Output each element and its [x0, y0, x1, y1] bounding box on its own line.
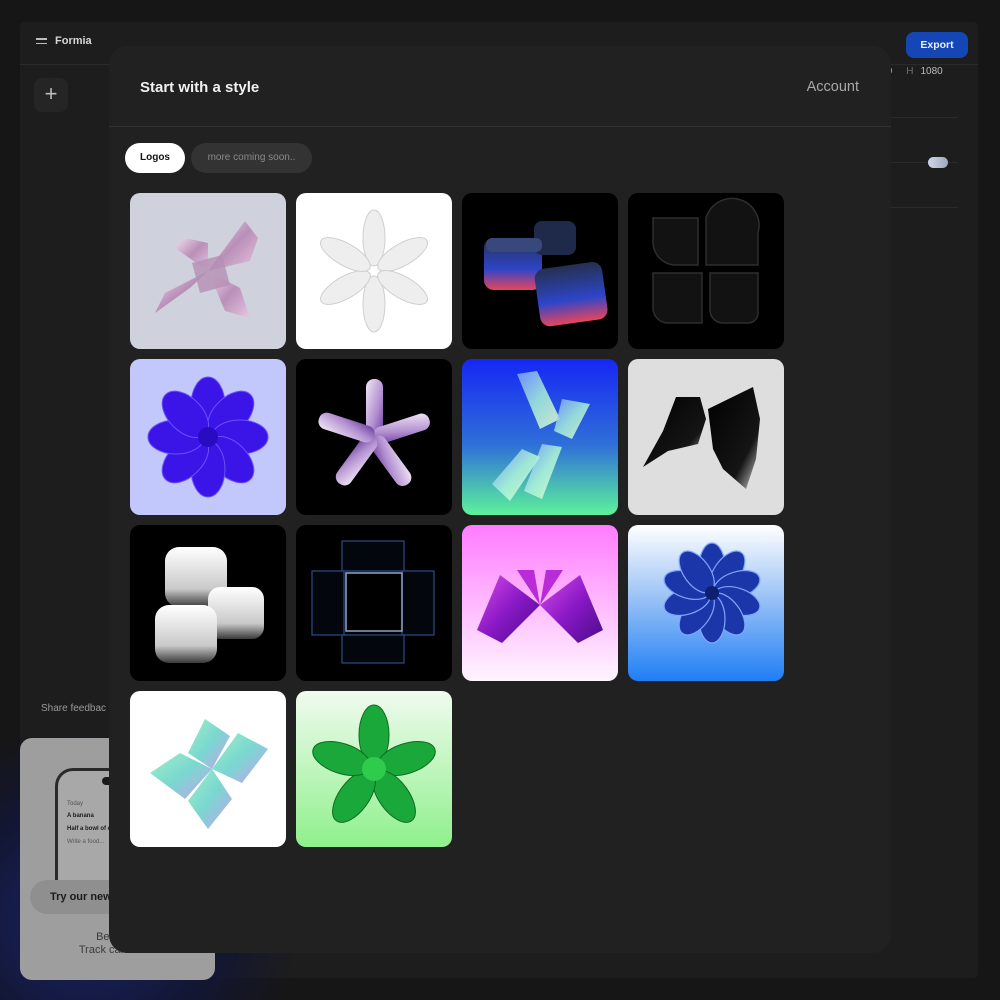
- tab-more-coming-soon[interactable]: more coming soon..: [191, 143, 312, 173]
- style-tile-pearl-asterisk[interactable]: [296, 359, 452, 515]
- shadow-leaves-image: [628, 359, 784, 515]
- green-jelly-flower-image: [296, 691, 452, 847]
- style-tile-dark-clover[interactable]: [628, 193, 784, 349]
- modal-title: Start with a style: [140, 79, 260, 96]
- aurora-glass-image: [462, 359, 618, 515]
- style-tile-magenta-bowtie[interactable]: [462, 525, 618, 681]
- phone-line: Half a bowl of ca: [67, 826, 115, 832]
- violet-flower-image: [130, 359, 286, 515]
- add-icon[interactable]: +: [34, 78, 68, 112]
- account-link[interactable]: Account: [807, 79, 859, 95]
- phone-line: Today: [67, 801, 84, 807]
- style-tile-lilac-chrome-pinwheel[interactable]: [130, 193, 286, 349]
- style-tile-blue-flower[interactable]: [628, 525, 784, 681]
- phone-line: A banana: [67, 813, 94, 819]
- style-tile-aurora-glass-x[interactable]: [462, 359, 618, 515]
- style-tile-holo-pinwheel[interactable]: [130, 691, 286, 847]
- style-picker-modal: Start with a style Account Logos more co…: [109, 46, 891, 953]
- share-feedback-link[interactable]: Share feedbac: [41, 703, 106, 714]
- modal-divider: [109, 126, 891, 127]
- style-tile-glass-cross[interactable]: [296, 525, 452, 681]
- export-button[interactable]: Export: [906, 32, 968, 58]
- toggle-switch[interactable]: [928, 157, 948, 168]
- style-tile-neon-cubes[interactable]: [462, 193, 618, 349]
- white-cubes-image: [130, 525, 286, 681]
- style-tile-white-asterisk[interactable]: [296, 193, 452, 349]
- glass-cross-image: [296, 525, 452, 681]
- style-tile-green-jelly-flower[interactable]: [296, 691, 452, 847]
- hamburger-menu-icon[interactable]: [36, 38, 47, 45]
- white-asterisk-image: [296, 193, 452, 349]
- height-value[interactable]: 1080: [920, 66, 942, 77]
- dark-clover-image: [628, 193, 784, 349]
- style-tile-white-cubes[interactable]: [130, 525, 286, 681]
- tab-logos[interactable]: Logos: [125, 143, 185, 173]
- magenta-bowtie-image: [462, 525, 618, 681]
- holo-pinwheel-image: [130, 691, 286, 847]
- style-tile-shadow-leaves[interactable]: [628, 359, 784, 515]
- lilac-pinwheel-image: [130, 193, 286, 349]
- pearl-asterisk-image: [296, 359, 452, 515]
- app-title: Formia: [55, 35, 92, 47]
- blue-flower-image: [628, 525, 784, 681]
- height-label: H: [906, 66, 914, 77]
- phone-line: Write a food...: [67, 839, 105, 845]
- neon-cubes-image: [462, 193, 618, 349]
- style-tile-violet-flower[interactable]: [130, 359, 286, 515]
